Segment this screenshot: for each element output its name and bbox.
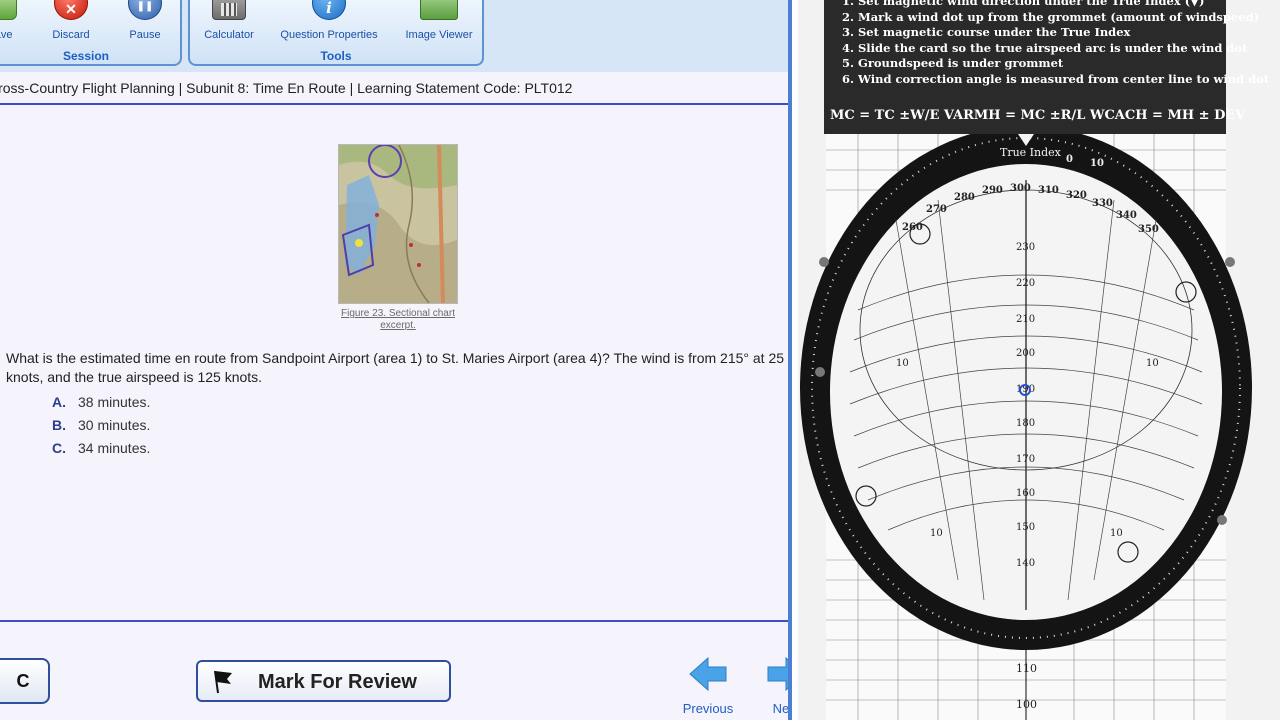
- calculator-label: Calculator: [204, 29, 254, 41]
- compass-number: 330: [1092, 198, 1113, 209]
- discard-icon: [54, 0, 88, 20]
- instruction-number: 4.: [842, 40, 855, 55]
- speed-arc-label: 100: [1016, 698, 1037, 711]
- breadcrumb: Cross-Country Flight Planning | Subunit …: [0, 80, 573, 96]
- tools-group: Calculator Question Properties Image Vie…: [188, 0, 484, 66]
- mark-for-review-label: Mark For Review: [258, 671, 417, 693]
- pane-divider[interactable]: [788, 0, 792, 720]
- answer-letter: A.: [52, 394, 66, 410]
- instruction-text: Set magnetic wind direction under the Tr…: [858, 0, 1205, 8]
- instruction-number: 6.: [842, 71, 855, 86]
- session-group-title: Session: [62, 49, 110, 63]
- answer-option-c[interactable]: C. 34 minutes.: [52, 440, 150, 456]
- figure-caption-line1: Figure 23. Sectional chart: [341, 308, 455, 319]
- instruction-text: Slide the card so the true airspeed arc …: [858, 40, 1248, 55]
- speed-arc-label: 230: [1016, 242, 1035, 253]
- save-icon: [0, 0, 17, 20]
- side-mark: 10: [896, 358, 909, 369]
- instruction-item: 6. Wind correction angle is measured from…: [842, 71, 1269, 88]
- instruction-number: 1.: [842, 0, 855, 8]
- figure-caption[interactable]: Figure 23. Sectional chart excerpt.: [322, 308, 474, 332]
- image-icon: [420, 0, 458, 20]
- formula: CH = MH ± DEV: [1124, 108, 1246, 123]
- pause-icon: [128, 0, 162, 20]
- side-mark: 10: [1146, 358, 1159, 369]
- instruction-item: 1. Set magnetic wind direction under the …: [842, 0, 1226, 10]
- discard-label: Discard: [52, 29, 90, 41]
- figure-caption-line2: excerpt.: [380, 320, 416, 331]
- previous-button[interactable]: Previous: [678, 656, 738, 718]
- screen: Save Discard Pause Session Calculator: [0, 0, 1280, 720]
- speed-arc-label: 200: [1016, 348, 1035, 359]
- instruction-item: 3. Set magnetic course under the True Ind…: [842, 25, 1226, 41]
- speed-arc-label: 210: [1016, 314, 1035, 325]
- question-properties-label: Question Properties: [280, 29, 378, 41]
- answer-text: 38 minutes.: [78, 394, 151, 410]
- compass-number: 340: [1116, 210, 1137, 221]
- compass-number: 350: [1138, 224, 1159, 235]
- compass-number: 300: [1010, 183, 1031, 194]
- compass-number: 280: [954, 192, 975, 203]
- sectional-chart-thumbnail[interactable]: [338, 144, 458, 304]
- next-button[interactable]: Next: [756, 656, 792, 718]
- mark-for-review-button[interactable]: Mark For Review: [196, 660, 451, 702]
- previous-label: Previous: [682, 701, 734, 716]
- answer-option-a[interactable]: A. 38 minutes.: [52, 394, 150, 410]
- divider-top: [0, 103, 792, 105]
- speed-arc-label: 150: [1016, 522, 1035, 533]
- compass-number: 290: [982, 185, 1003, 196]
- formula: MC = TC ±W/E VAR: [830, 108, 974, 123]
- compass-number: 10: [1090, 158, 1104, 169]
- instruction-text: Mark a wind dot up from the grommet (amo…: [858, 9, 1260, 24]
- flag-icon: [214, 670, 232, 694]
- speed-arc-label: 160: [1016, 488, 1035, 499]
- c-button[interactable]: C: [0, 658, 50, 704]
- instruction-number: 3.: [842, 25, 855, 39]
- instructions-list: 1. Set magnetic wind direction under the …: [842, 0, 1269, 88]
- instruction-number: 5.: [842, 56, 855, 70]
- answer-letter: C.: [52, 440, 66, 456]
- flight-computer-pane: 110 100 260 270 280 290 300 310 320 330 …: [798, 0, 1280, 720]
- side-mark: 10: [1110, 528, 1123, 539]
- toolbar-ribbon: Save Discard Pause Session Calculator: [0, 0, 792, 72]
- next-label: Next: [772, 701, 792, 716]
- compass-number: 0: [1066, 154, 1073, 165]
- instruction-text: Wind correction angle is measured from c…: [858, 71, 1270, 86]
- true-index-label: True Index: [1000, 146, 1062, 159]
- image-viewer-label: Image Viewer: [405, 29, 473, 41]
- calculator-icon: [212, 0, 246, 20]
- formula: MH = MC ±R/L WCA: [973, 108, 1125, 123]
- pause-label: Pause: [129, 29, 161, 41]
- compass-number: 270: [926, 204, 947, 215]
- answer-option-b[interactable]: B. 30 minutes.: [52, 417, 150, 433]
- answer-text: 30 minutes.: [78, 417, 151, 433]
- side-mark: 10: [930, 528, 943, 539]
- instructions-panel: 1. Set magnetic wind direction under the …: [824, 0, 1269, 134]
- speed-arc-label: 110: [1016, 662, 1037, 675]
- speed-arc-label: 180: [1016, 418, 1035, 429]
- tools-group-title: Tools: [320, 49, 352, 63]
- instruction-number: 2.: [842, 9, 855, 24]
- question-text: What is the estimated time en route from…: [6, 350, 785, 385]
- instruction-text: Groundspeed is under grommet: [858, 56, 1064, 70]
- answer-text: 34 minutes.: [78, 440, 151, 456]
- answer-letter: B.: [52, 417, 66, 433]
- instruction-item: 4. Slide the card so the true airspeed ar…: [842, 40, 1247, 57]
- divider-bottom: [0, 620, 792, 622]
- speed-arc-label: 140: [1016, 558, 1035, 569]
- sectional-chart-image: [339, 144, 457, 304]
- speed-arc-label: 170: [1016, 454, 1035, 465]
- compass-number: 310: [1038, 185, 1059, 196]
- instruction-item: 5. Groundspeed is under grommet: [842, 56, 1226, 72]
- left-arrow-icon: [689, 656, 727, 692]
- formula-row: MC = TC ±W/E VAR MH = MC ±R/L WCA CH = M…: [830, 108, 1245, 123]
- info-icon: [312, 0, 346, 20]
- session-group: Save Discard Pause Session: [0, 0, 182, 66]
- speed-arc-label: 220: [1016, 278, 1035, 289]
- compass-number: 320: [1066, 190, 1087, 201]
- instruction-text: Set magnetic course under the True Index: [858, 25, 1131, 39]
- test-pane: Save Discard Pause Session Calculator: [0, 0, 792, 720]
- save-label: Save: [0, 29, 13, 41]
- instruction-item: 2. Mark a wind dot up from the grommet (a…: [842, 9, 1259, 26]
